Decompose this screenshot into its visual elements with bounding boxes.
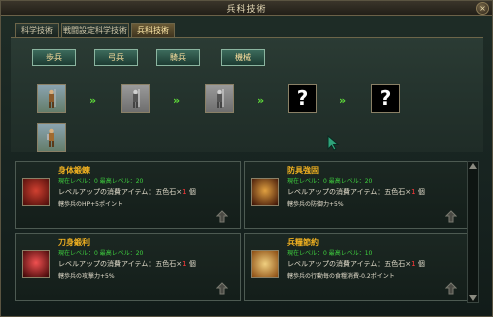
skill-card-ration-saving[interactable]: 兵糧節約 現在レベル：0 最高レベル：10 レベルアップの消費アイテム：五色石×…	[244, 233, 470, 301]
material-unit: 個	[415, 188, 425, 196]
soldier-icon	[49, 89, 56, 108]
material-label: レベルアップの消費アイテム：五色石×	[58, 188, 183, 196]
skill-name: 身体鍛錬	[58, 166, 90, 175]
blade-sharpening-icon	[22, 250, 50, 278]
skill-effect: 轄歩兵のHP+5ポイント	[58, 201, 123, 208]
upgrade-arrow-icon[interactable]	[445, 282, 457, 295]
cavalry-button[interactable]: 騎兵	[156, 49, 200, 66]
skill-effect: 轄歩兵の行動毎の食糧消費-0.2ポイント	[287, 273, 395, 280]
skill-card-blade-sharpening[interactable]: 刀身鍛利 現在レベル：0 最高レベル：20 レベルアップの消費アイテム：五色石×…	[15, 233, 241, 301]
tab-science-tech[interactable]: 科学技術	[15, 23, 59, 38]
infantry-tier1-node[interactable]	[37, 84, 66, 113]
skill-level: 現在レベル：0 最高レベル：20	[58, 178, 144, 185]
infantry-button[interactable]: 歩兵	[32, 49, 76, 66]
upgrade-arrow-icon[interactable]	[216, 210, 228, 223]
upgrade-arrow-icon[interactable]	[445, 210, 457, 223]
arrow-icon: »	[89, 94, 96, 107]
material-unit: 個	[415, 260, 425, 268]
soldier-icon	[47, 128, 54, 147]
skill-name: 防具強固	[287, 166, 319, 175]
tab-battle-tech[interactable]: 戦闘設定科学技術	[61, 23, 129, 38]
arrow-icon: »	[173, 94, 180, 107]
cursor-arrow-icon	[327, 135, 340, 151]
skill-material: レベルアップの消費アイテム：五色石×1 個	[287, 187, 425, 197]
skill-level: 現在レベル：0 最高レベル：20	[58, 250, 144, 257]
infantry-branch-node[interactable]	[37, 123, 66, 152]
cards-scrollbar[interactable]	[467, 161, 479, 303]
infantry-tier3-node[interactable]	[205, 84, 234, 113]
skill-card-armor-strength[interactable]: 防具強固 現在レベル：0 最高レベル：20 レベルアップの消費アイテム：五色石×…	[244, 161, 470, 229]
armor-strength-icon	[251, 178, 279, 206]
tab-unit-tech[interactable]: 兵科技術	[131, 23, 175, 38]
skill-effect: 轄歩兵の攻撃力+5%	[58, 273, 115, 280]
soldier-icon	[217, 89, 224, 108]
title-bar[interactable]: 兵科技術 ×	[1, 1, 492, 16]
siege-button[interactable]: 機械	[221, 49, 265, 66]
arrow-icon: »	[257, 94, 264, 107]
material-unit: 個	[186, 260, 196, 268]
material-label: レベルアップの消費アイテム：五色石×	[287, 188, 412, 196]
skill-material: レベルアップの消費アイテム：五色石×1 個	[58, 259, 196, 269]
infantry-tier2-node[interactable]	[121, 84, 150, 113]
skill-name: 兵糧節約	[287, 238, 319, 247]
material-label: レベルアップの消費アイテム：五色石×	[287, 260, 412, 268]
locked-tier5-node[interactable]: ?	[371, 84, 400, 113]
window-title: 兵科技術	[226, 5, 267, 15]
tech-window: 兵科技術 × 科学技術 戦闘設定科学技術 兵科技術 歩兵 弓兵 騎兵 機械 » …	[0, 0, 493, 317]
skill-card-body-training[interactable]: 身体鍛錬 現在レベル：0 最高レベル：20 レベルアップの消費アイテム：五色石×…	[15, 161, 241, 229]
material-label: レベルアップの消費アイテム：五色石×	[58, 260, 183, 268]
scroll-up-icon[interactable]	[469, 163, 477, 169]
skill-name: 刀身鍛利	[58, 238, 90, 247]
skill-level: 現在レベル：0 最高レベル：10	[287, 250, 373, 257]
upgrade-arrow-icon[interactable]	[216, 282, 228, 295]
material-unit: 個	[186, 188, 196, 196]
skill-material: レベルアップの消費アイテム：五色石×1 個	[58, 187, 196, 197]
locked-tier4-node[interactable]: ?	[288, 84, 317, 113]
arrow-icon: »	[339, 94, 346, 107]
scroll-down-icon[interactable]	[469, 295, 477, 301]
skill-level: 現在レベル：0 最高レベル：20	[287, 178, 373, 185]
soldier-icon	[133, 89, 140, 108]
body-training-icon	[22, 178, 50, 206]
ration-saving-icon	[251, 250, 279, 278]
skill-effect: 轄歩兵の防御力+5%	[287, 201, 344, 208]
skill-material: レベルアップの消費アイテム：五色石×1 個	[287, 259, 425, 269]
close-button[interactable]: ×	[476, 2, 489, 15]
archer-button[interactable]: 弓兵	[94, 49, 138, 66]
